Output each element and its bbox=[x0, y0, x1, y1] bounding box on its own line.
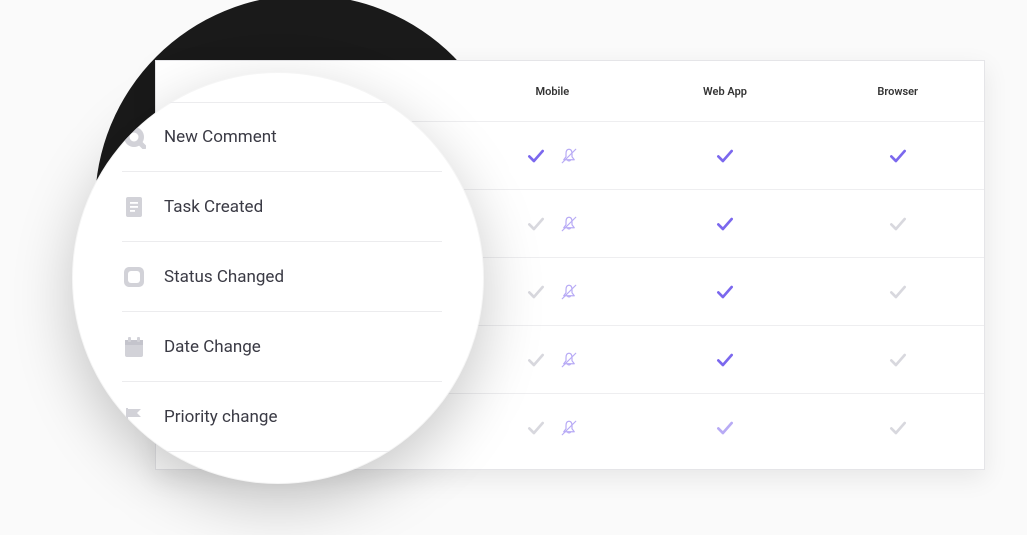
check-icon[interactable] bbox=[526, 214, 546, 234]
notification-type-label: Task Created bbox=[164, 197, 263, 217]
check-icon[interactable] bbox=[715, 350, 735, 370]
cell-mobile bbox=[466, 214, 639, 234]
cell-mobile bbox=[466, 350, 639, 370]
check-icon[interactable] bbox=[715, 418, 735, 438]
notification-type-label: New Comment bbox=[164, 127, 277, 147]
column-header-browser: Browser bbox=[811, 85, 984, 98]
notification-type-label: Status Changed bbox=[164, 267, 284, 287]
cell-browser bbox=[811, 214, 984, 234]
cell-webapp bbox=[639, 214, 812, 234]
cell-browser bbox=[811, 350, 984, 370]
notification-type-label: Priority change bbox=[164, 407, 278, 427]
mute-icon[interactable] bbox=[560, 419, 578, 437]
check-icon[interactable] bbox=[888, 146, 908, 166]
check-icon[interactable] bbox=[888, 418, 908, 438]
magnifier-lens: New Comment Task Created Status Changed … bbox=[72, 72, 484, 484]
check-icon[interactable] bbox=[715, 146, 735, 166]
cell-browser bbox=[811, 418, 984, 438]
check-icon[interactable] bbox=[715, 214, 735, 234]
cell-webapp bbox=[639, 146, 812, 166]
cell-mobile bbox=[466, 418, 639, 438]
cell-webapp bbox=[639, 350, 812, 370]
check-icon[interactable] bbox=[715, 282, 735, 302]
check-icon[interactable] bbox=[888, 214, 908, 234]
cell-browser bbox=[811, 146, 984, 166]
cell-browser bbox=[811, 282, 984, 302]
cell-webapp bbox=[639, 418, 812, 438]
notification-type-label: Date Change bbox=[164, 337, 261, 357]
mute-icon[interactable] bbox=[560, 147, 578, 165]
list-item[interactable]: Date Change bbox=[122, 312, 442, 382]
list-item[interactable]: New Comment bbox=[122, 102, 442, 172]
check-icon[interactable] bbox=[526, 282, 546, 302]
calendar-icon bbox=[122, 335, 146, 359]
status-icon bbox=[122, 265, 146, 289]
cell-mobile bbox=[466, 282, 639, 302]
mute-icon[interactable] bbox=[560, 351, 578, 369]
mute-icon[interactable] bbox=[560, 283, 578, 301]
list-item[interactable]: Status Changed bbox=[122, 242, 442, 312]
list-item[interactable]: Task Created bbox=[122, 172, 442, 242]
list-item[interactable]: Priority change bbox=[122, 382, 442, 452]
flag-icon bbox=[122, 405, 146, 429]
mute-icon[interactable] bbox=[560, 215, 578, 233]
cell-webapp bbox=[639, 282, 812, 302]
comment-icon bbox=[122, 125, 146, 149]
check-icon[interactable] bbox=[888, 350, 908, 370]
cell-mobile bbox=[466, 146, 639, 166]
column-header-webapp: Web App bbox=[639, 85, 812, 98]
check-icon[interactable] bbox=[526, 418, 546, 438]
check-icon[interactable] bbox=[526, 146, 546, 166]
check-icon[interactable] bbox=[526, 350, 546, 370]
doc-icon bbox=[122, 195, 146, 219]
column-header-mobile: Mobile bbox=[466, 85, 639, 98]
check-icon[interactable] bbox=[888, 282, 908, 302]
